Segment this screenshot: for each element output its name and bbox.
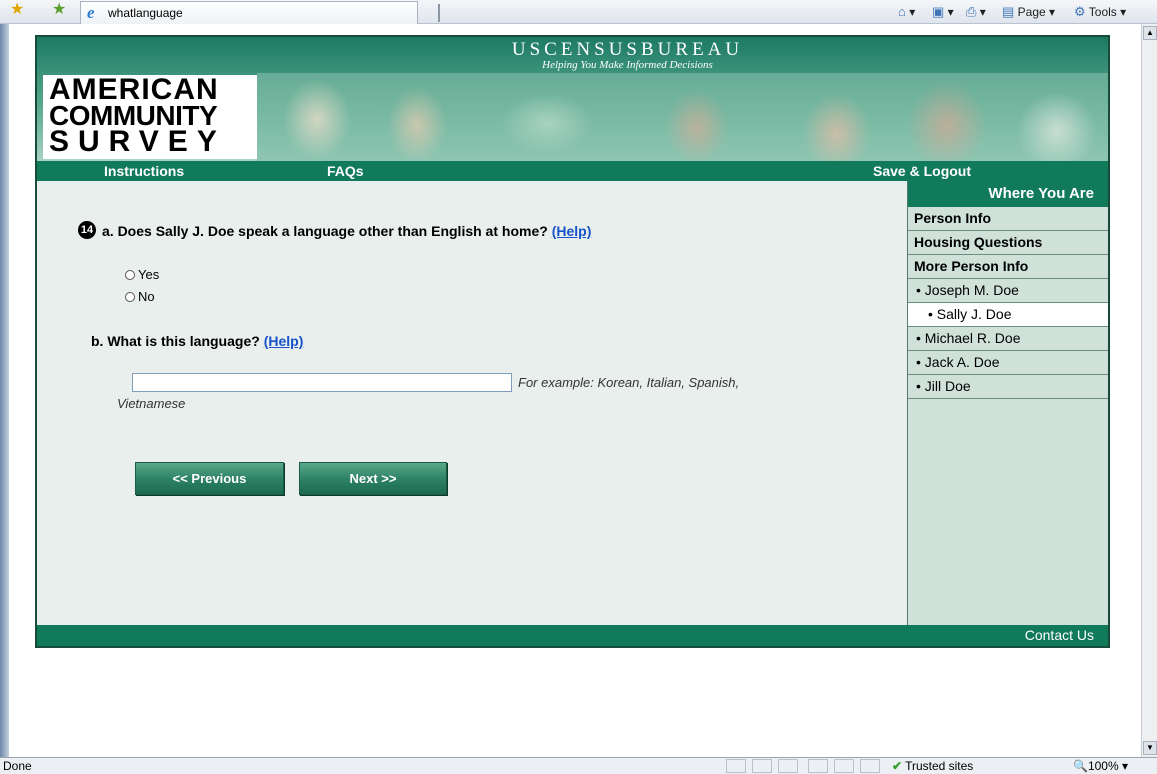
nav-save-logout[interactable]: Save & Logout bbox=[873, 163, 971, 179]
ie-logo-icon: e bbox=[87, 3, 95, 22]
print-icon[interactable]: ⎙ ▾ bbox=[966, 4, 986, 20]
tools-menu-label: Tools bbox=[1088, 5, 1117, 19]
status-pane bbox=[808, 759, 828, 773]
sidebar-person-jack[interactable]: • Jack A. Doe bbox=[908, 351, 1108, 375]
status-pane bbox=[726, 759, 746, 773]
browser-tab[interactable]: e whatlanguage bbox=[80, 1, 418, 24]
question-a: a. Does Sally J. Doe speak a language ot… bbox=[102, 223, 591, 239]
option-no-label: No bbox=[138, 289, 155, 304]
option-no[interactable]: No bbox=[125, 289, 155, 304]
language-input[interactable] bbox=[132, 373, 512, 392]
radio-no[interactable] bbox=[125, 291, 135, 302]
footer-bar: Contact Us bbox=[37, 625, 1108, 646]
option-yes-label: Yes bbox=[138, 267, 160, 282]
security-zone-label: Trusted sites bbox=[905, 759, 974, 773]
help-link-b[interactable]: (Help) bbox=[264, 333, 304, 349]
status-bar: Done ✔ Trusted sites 🔍100% ▾ bbox=[0, 757, 1157, 774]
sidebar-item-housing-questions[interactable]: Housing Questions bbox=[908, 231, 1108, 255]
tab-title: whatlanguage bbox=[108, 6, 183, 20]
window-edge bbox=[0, 24, 9, 757]
check-icon: ✔ bbox=[892, 759, 903, 773]
status-pane bbox=[834, 759, 854, 773]
option-yes[interactable]: Yes bbox=[125, 267, 159, 282]
tools-menu[interactable]: ⚙ Tools ▾ bbox=[1074, 4, 1126, 20]
previous-button[interactable]: << Previous bbox=[135, 462, 284, 495]
sidebar-item-more-person-info[interactable]: More Person Info bbox=[908, 255, 1108, 279]
zoom-level: 100% bbox=[1087, 759, 1119, 773]
agency-title: USCENSUSBUREAU bbox=[511, 39, 744, 60]
sidebar-person-jill[interactable]: • Jill Doe bbox=[908, 375, 1108, 399]
nav-bar: Instructions FAQs Save & Logout bbox=[37, 161, 1108, 181]
status-pane bbox=[778, 759, 798, 773]
banner-photo bbox=[257, 73, 1108, 161]
agency-tagline: Helping You Make Informed Decisions bbox=[542, 59, 713, 71]
tab-separator bbox=[438, 4, 440, 22]
question-number-badge: 14 bbox=[78, 221, 96, 239]
sidebar-item-person-info[interactable]: Person Info bbox=[908, 207, 1108, 231]
logo-line-3: SURVEY bbox=[49, 125, 226, 158]
language-hint-line1: For example: Korean, Italian, Spanish, bbox=[518, 375, 740, 390]
question-b-text: b. What is this language? bbox=[91, 333, 260, 349]
sidebar-person-sally-current[interactable]: • Sally J. Doe bbox=[908, 303, 1108, 327]
browser-toolbar: ★ ★ e whatlanguage ⌂ ▾ ▣ ▾ ⎙ ▾ ▤ Page ▾ … bbox=[0, 0, 1157, 24]
sidebar-person-joseph[interactable]: • Joseph M. Doe bbox=[908, 279, 1108, 303]
zoom-control[interactable]: 🔍100% ▾ bbox=[1073, 759, 1128, 773]
nav-instructions[interactable]: Instructions bbox=[104, 163, 184, 179]
vertical-scrollbar[interactable]: ▲ ▼ bbox=[1141, 24, 1157, 757]
status-text: Done bbox=[3, 759, 32, 773]
banner: USCENSUSBUREAU Helping You Make Informed… bbox=[37, 37, 1108, 161]
question-panel: 14 a. Does Sally J. Doe speak a language… bbox=[37, 181, 907, 625]
question-a-text: a. Does Sally J. Doe speak a language ot… bbox=[102, 223, 548, 239]
add-favorites-icon[interactable]: ★ bbox=[52, 1, 66, 19]
language-hint-line2: Vietnamese bbox=[117, 396, 186, 411]
question-b: b. What is this language? (Help) bbox=[91, 333, 303, 349]
survey-page: USCENSUSBUREAU Helping You Make Informed… bbox=[35, 35, 1110, 648]
status-pane bbox=[860, 759, 880, 773]
favorites-star-icon[interactable]: ★ bbox=[10, 1, 24, 19]
contact-us-link[interactable]: Contact Us bbox=[1025, 627, 1094, 643]
status-pane bbox=[752, 759, 772, 773]
where-you-are-sidebar: Where You Are Person Info Housing Questi… bbox=[907, 181, 1108, 625]
page-menu-label: Page bbox=[1017, 5, 1046, 19]
acs-logo: AMERICAN COMMUNITY SURVEY bbox=[43, 75, 257, 159]
sidebar-title: Where You Are bbox=[908, 181, 1108, 207]
page-menu[interactable]: ▤ Page ▾ bbox=[1002, 4, 1055, 20]
home-icon[interactable]: ⌂ ▾ bbox=[898, 4, 915, 19]
scroll-up-icon[interactable]: ▲ bbox=[1143, 26, 1157, 40]
next-button[interactable]: Next >> bbox=[299, 462, 447, 495]
nav-faqs[interactable]: FAQs bbox=[327, 163, 364, 179]
security-zone[interactable]: ✔ Trusted sites bbox=[892, 759, 973, 773]
help-link-a[interactable]: (Help) bbox=[552, 223, 592, 239]
sidebar-person-michael[interactable]: • Michael R. Doe bbox=[908, 327, 1108, 351]
scroll-down-icon[interactable]: ▼ bbox=[1143, 741, 1157, 755]
feeds-icon[interactable]: ▣ ▾ bbox=[932, 4, 954, 20]
radio-yes[interactable] bbox=[125, 269, 135, 280]
